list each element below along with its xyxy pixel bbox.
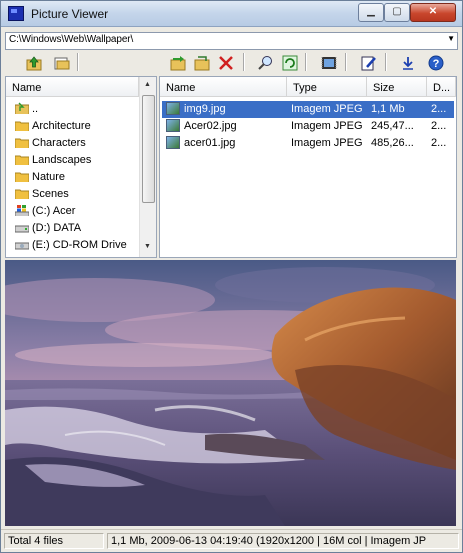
image-preview[interactable] xyxy=(5,260,456,526)
folder-up-button[interactable] xyxy=(23,52,45,74)
folder-up-icon xyxy=(26,56,42,71)
folder-item-label: Architecture xyxy=(32,120,91,132)
path-combobox[interactable]: C:\Windows\Web\Wallpaper\ ▼ xyxy=(5,32,458,50)
delete-icon xyxy=(219,56,233,70)
file-size: 1,1 Mb xyxy=(371,103,405,115)
image-file-icon xyxy=(166,102,180,115)
column-header-date[interactable]: D... xyxy=(427,77,456,97)
folder-item-label: Landscapes xyxy=(32,154,92,166)
title-bar[interactable]: Picture Viewer ▁ ▢ ✕ xyxy=(1,1,462,27)
folder-item-nature[interactable]: Nature xyxy=(14,169,142,186)
folder-scrollbar[interactable]: ▲ ▼ xyxy=(139,77,156,257)
delete-button[interactable] xyxy=(215,52,237,74)
slideshow-button[interactable] xyxy=(318,52,340,74)
file-name: acer01.jpg xyxy=(184,137,236,149)
status-file-count: Total 4 files xyxy=(4,533,104,549)
file-name: Acer02.jpg xyxy=(184,120,237,132)
svg-text:?: ? xyxy=(433,58,440,70)
folder-item-label: (D:) DATA xyxy=(32,222,82,234)
scroll-down-icon[interactable]: ▼ xyxy=(144,243,151,250)
folder-item-scenes[interactable]: Scenes xyxy=(14,186,142,203)
folder-item-label: .. xyxy=(32,103,39,115)
file-row-img9[interactable]: img9.jpg Imagem JPEG 1,1 Mb 2... xyxy=(162,101,454,118)
open-folder-icon xyxy=(54,57,70,70)
file-date: 2... xyxy=(431,103,447,115)
status-bar: Total 4 files 1,1 Mb, 2009-06-13 04:19:4… xyxy=(1,529,462,552)
search-icon xyxy=(258,56,272,70)
app-icon xyxy=(8,6,24,21)
column-header-name[interactable]: Name xyxy=(160,77,287,97)
window-title: Picture Viewer xyxy=(31,7,109,21)
copy-folder-button[interactable] xyxy=(191,52,213,74)
folder-name-header[interactable]: Name xyxy=(6,77,139,97)
folder-icon xyxy=(15,172,29,182)
download-icon xyxy=(403,57,413,70)
minimize-button[interactable]: ▁ xyxy=(358,3,384,22)
path-input[interactable]: C:\Windows\Web\Wallpaper\ xyxy=(9,34,133,45)
folder-up-icon xyxy=(15,102,29,114)
folder-item-architecture[interactable]: Architecture xyxy=(14,118,142,135)
image-file-icon xyxy=(166,136,180,149)
search-button[interactable] xyxy=(255,52,277,74)
folder-item-landscapes[interactable]: Landscapes xyxy=(14,152,142,169)
toolbar: ? xyxy=(1,50,462,74)
drive-icon xyxy=(15,225,29,233)
seascape-photo xyxy=(5,260,456,526)
edit-button[interactable] xyxy=(358,52,380,74)
maximize-button[interactable]: ▢ xyxy=(384,3,410,22)
folder-item-label: Scenes xyxy=(32,188,69,200)
file-type: Imagem JPEG xyxy=(291,103,363,115)
folder-tree-pane[interactable]: Name .. Architecture Characters Landscap… xyxy=(5,76,157,258)
folder-item-label: Nature xyxy=(32,171,66,183)
folder-item-characters[interactable]: Characters xyxy=(14,135,142,152)
file-list-pane[interactable]: Name Type Size D... img9.jpg Imagem JPEG… xyxy=(159,76,457,258)
file-date: 2... xyxy=(431,120,447,132)
picture-viewer-window: Picture Viewer ▁ ▢ ✕ C:\Windows\Web\Wall… xyxy=(0,0,463,553)
move-folder-icon xyxy=(170,56,186,71)
chevron-down-icon[interactable]: ▼ xyxy=(447,34,455,43)
file-type: Imagem JPEG xyxy=(291,120,363,132)
file-size: 485,26... xyxy=(371,137,414,149)
column-header-type[interactable]: Type xyxy=(287,77,367,97)
drive-item-c[interactable]: (C:) Acer xyxy=(14,203,142,220)
refresh-icon xyxy=(282,55,298,71)
cdrom-icon xyxy=(15,242,29,250)
help-button[interactable]: ? xyxy=(425,52,447,74)
file-date: 2... xyxy=(431,137,447,149)
folder-icon xyxy=(15,189,29,199)
column-header-size[interactable]: Size xyxy=(367,77,427,97)
drive-windows-icon xyxy=(15,205,29,216)
folder-icon xyxy=(15,121,29,131)
move-folder-button[interactable] xyxy=(167,52,189,74)
image-file-icon xyxy=(166,119,180,132)
close-button[interactable]: ✕ xyxy=(410,3,456,22)
status-image-info: 1,1 Mb, 2009-06-13 04:19:40 (1920x1200 |… xyxy=(107,533,459,549)
drive-item-e[interactable]: (E:) CD-ROM Drive xyxy=(14,237,142,254)
open-folder-button[interactable] xyxy=(51,52,73,74)
scrollbar-thumb[interactable] xyxy=(142,95,155,203)
download-button[interactable] xyxy=(397,52,419,74)
edit-icon xyxy=(361,56,376,71)
refresh-button[interactable] xyxy=(279,52,301,74)
slideshow-icon xyxy=(321,57,337,69)
folder-icon xyxy=(15,155,29,165)
file-size: 245,47... xyxy=(371,120,414,132)
file-name: img9.jpg xyxy=(184,103,226,115)
folder-icon xyxy=(15,138,29,148)
file-row-acer02[interactable]: Acer02.jpg Imagem JPEG 245,47... 2... xyxy=(162,118,454,135)
scroll-up-icon[interactable]: ▲ xyxy=(144,81,151,88)
folder-item-label: (E:) CD-ROM Drive xyxy=(32,239,127,251)
file-row-acer01[interactable]: acer01.jpg Imagem JPEG 485,26... 2... xyxy=(162,135,454,152)
folder-item-parent[interactable]: .. xyxy=(14,101,142,118)
file-type: Imagem JPEG xyxy=(291,137,363,149)
folder-item-label: (C:) Acer xyxy=(32,205,76,217)
help-icon: ? xyxy=(428,55,444,71)
folder-item-label: Characters xyxy=(32,137,86,149)
drive-item-d[interactable]: (D:) DATA xyxy=(14,220,142,237)
copy-folder-icon xyxy=(194,56,210,71)
